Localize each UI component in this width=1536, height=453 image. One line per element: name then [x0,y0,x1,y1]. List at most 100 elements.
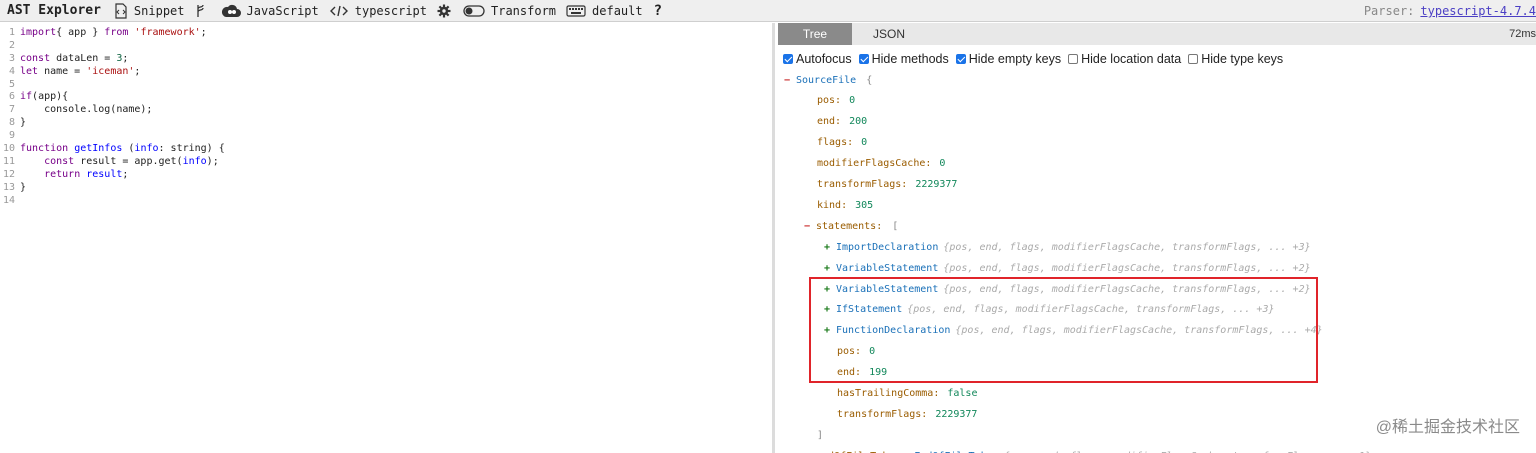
code-line: 10 function getInfos (info: string) { [0,143,772,156]
code-token: from [104,27,129,38]
option-label: Hide empty keys [968,52,1062,66]
option-autofocus[interactable]: Autofocus [783,52,852,66]
option-label: Hide methods [871,52,949,66]
document-icon [114,2,128,19]
tab-json[interactable]: JSON [852,23,926,45]
line-number: 11 [2,155,15,167]
parser-info: Parser: typescript-4.7.4 [1363,0,1536,21]
checkbox[interactable] [1188,54,1199,64]
parser-version-link[interactable]: typescript-4.7.4 [1420,4,1536,18]
option-hide-type-keys[interactable]: Hide type keys [1188,52,1283,66]
option-hide-methods[interactable]: Hide methods [858,52,949,66]
prop-value: 2229377 [935,408,978,420]
prop-value: 0 [861,137,868,149]
tree-eof: +endOfFileToken:EndOfFileToken{pos, end,… [804,449,1371,453]
open-brace: { [866,74,873,86]
ast-output-panel: Tree JSON 72ms Autofocus Hide methods Hide… [778,23,1536,453]
highlight-box [809,277,1318,383]
tree-prop: transformFlags: 2229377 [837,407,977,421]
code-token: } [20,181,27,193]
tab-tree[interactable]: Tree [778,23,852,45]
code-token: ; [122,52,129,64]
code-token: const [44,155,75,167]
code-token: return [44,168,81,180]
line-code: } [20,117,26,130]
line-number: 2 [8,39,15,51]
code-editor[interactable]: 1 import{ app } from 'framework'; 2 3 const … [0,23,775,453]
code-line: 7 console.log(name); [0,104,772,117]
output-tabs: Tree JSON 72ms [778,23,1536,45]
prop-key: pos: [817,95,842,107]
line-number: 8 [8,117,15,129]
fork-button[interactable] [190,4,216,18]
snippet-button[interactable]: Snippet [109,2,190,19]
open-bracket: [ [892,220,899,232]
code-token: name = [38,65,87,77]
code-line: 8} [0,117,772,130]
branch-icon [195,4,205,18]
parser-info-prefix: Parser: [1363,4,1415,18]
collapse-toggle[interactable]: − [804,221,816,232]
line-number: 1 [8,27,15,38]
code-token: (app){ [32,91,69,103]
toggle-icon [463,4,485,18]
option-label: Hide type keys [1201,52,1284,66]
option-hide-empty-keys[interactable]: Hide empty keys [955,52,1062,66]
app-title: AST Explorer [7,3,101,18]
prop-key: transformFlags: [817,179,908,190]
statement-item: + ImportDeclaration {pos, end, flags, modi… [824,240,1311,254]
code-token: : string) { [158,143,225,155]
line-number: 13 [2,181,15,193]
option-hide-location-data[interactable]: Hide location data [1068,52,1181,66]
code-token: info [182,155,207,167]
transform-toggle[interactable]: Transform [458,4,561,18]
settings-button[interactable] [432,4,458,18]
keymap-select[interactable]: default [561,4,648,18]
checkbox[interactable] [858,54,869,64]
code-icon [329,4,349,18]
parser-select[interactable]: typescript [324,4,432,18]
line-code: const dataLen = 3; [20,53,128,66]
code-line: 6 if(app){ [0,91,772,104]
line-number: 6 [8,91,15,103]
node-type[interactable]: SourceFile [796,75,856,86]
help-button[interactable]: ? [648,3,668,19]
expand-toggle[interactable]: + [824,242,836,253]
checkbox[interactable] [783,54,793,64]
code-token: ; [122,168,129,180]
prop-key: transformFlags: [837,408,928,420]
tree-root: − SourceFile { [784,73,872,87]
keymap-label: default [592,3,643,18]
checkbox[interactable] [1068,54,1079,64]
code-token: ( [122,143,135,155]
node-type[interactable]: VariableStatement [836,263,938,274]
node-summary: {pos, end, flags, modifierFlagsCache, tr… [943,241,1311,253]
watermark: @稀土掘金技术社区 [1375,419,1520,436]
language-select[interactable]: JavaScript [216,4,324,18]
code-token: 'iceman' [86,65,135,77]
code-line: 11 const result = app.get(info); [0,156,772,169]
code-token: import [20,27,57,38]
collapse-toggle[interactable]: − [784,75,796,86]
checkbox[interactable] [955,54,966,64]
node-type[interactable]: ImportDeclaration [836,242,938,253]
expand-toggle[interactable]: + [824,263,836,274]
line-code: } [20,182,26,195]
code-line: 13} [0,182,772,195]
code-line: 3 const dataLen = 3; [0,53,772,66]
code-token: result [86,168,123,180]
keyboard-icon [566,4,586,18]
tree-prop: pos: 0 [817,94,855,108]
line-number: 7 [8,104,15,116]
parser-label: typescript [354,3,427,18]
code-line: 12 return result; [0,169,772,182]
line-number: 14 [2,194,15,206]
code-token: ; [134,65,141,77]
prop-value: 0 [939,158,946,170]
prop-value: 2229377 [915,179,958,190]
snippet-label: Snippet [133,3,185,18]
node-summary: {pos, end, flags, modifierFlagsCache, tr… [943,262,1311,274]
tree-prop: end: 200 [817,115,867,129]
code-line: 9 [0,130,772,143]
